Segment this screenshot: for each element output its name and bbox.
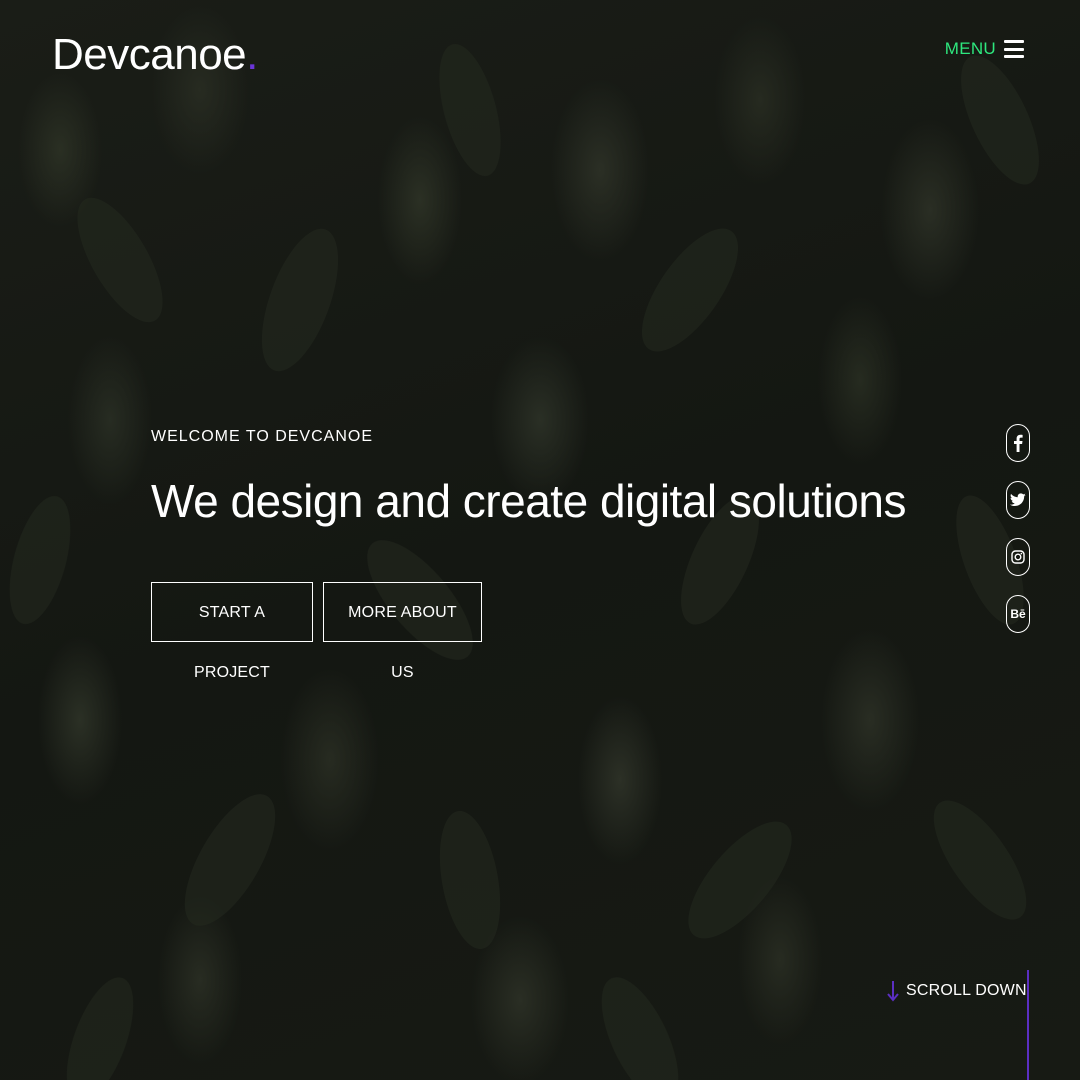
hero-eyebrow: WELCOME TO DEVCANOE xyxy=(151,428,373,445)
landing-page: Devcanoe. MENU WELCOME TO DEVCANOE We de… xyxy=(0,0,1080,1080)
menu-button[interactable]: MENU xyxy=(945,38,1024,60)
facebook-icon[interactable] xyxy=(1006,424,1030,462)
arrow-down-icon xyxy=(887,981,899,1002)
scroll-down-label: SCROLL DOWN xyxy=(906,982,1027,999)
logo-text: Devcanoe xyxy=(52,30,247,79)
hero-headline: We design and create digital solutions xyxy=(151,475,906,527)
cta-row: START A PROJECT MORE ABOUT US xyxy=(151,582,906,681)
scroll-down[interactable]: SCROLL DOWN xyxy=(886,980,1027,1002)
scroll-indicator-line xyxy=(1027,970,1029,1080)
instagram-icon[interactable] xyxy=(1006,538,1030,576)
more-about-us-button[interactable]: MORE ABOUT US xyxy=(323,582,482,681)
behance-glyph: Bē xyxy=(1010,607,1026,621)
hamburger-icon xyxy=(1004,38,1024,60)
behance-icon[interactable]: Bē xyxy=(1006,595,1030,633)
hero-section: WELCOME TO DEVCANOE We design and create… xyxy=(151,428,906,681)
menu-label: MENU xyxy=(944,39,996,58)
logo[interactable]: Devcanoe. xyxy=(52,30,258,80)
twitter-icon[interactable] xyxy=(1006,481,1030,519)
logo-dot: . xyxy=(246,30,258,79)
social-links: Bē xyxy=(1006,424,1030,633)
start-project-button[interactable]: START A PROJECT xyxy=(151,582,313,681)
